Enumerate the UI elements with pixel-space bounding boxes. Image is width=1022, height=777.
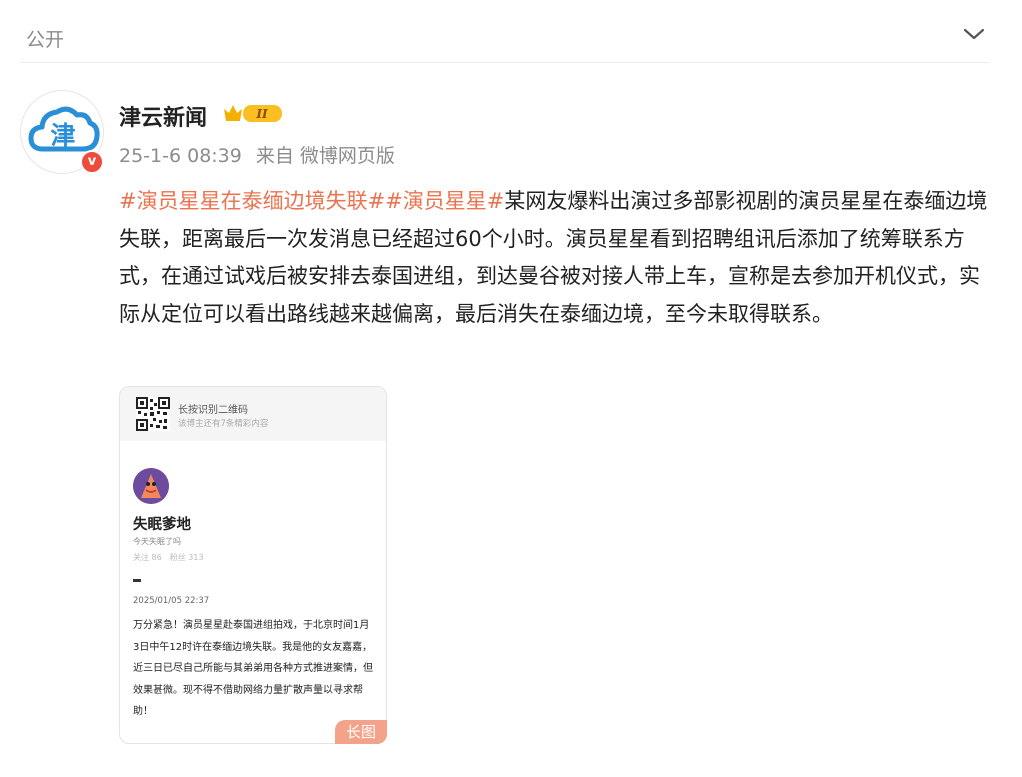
long-image-card[interactable]: 长按识别二维码 该博主还有7条精彩内容 失眠爹地 今天失眠了吗 关注 86 粉丝 … bbox=[119, 386, 387, 744]
mini-followers: 粉丝 313 bbox=[169, 553, 204, 562]
qr-code-icon bbox=[136, 397, 170, 431]
post-meta: 25-1-6 08:39 来自 微博网页版 bbox=[119, 141, 409, 168]
qr-title: 长按识别二维码 bbox=[178, 405, 248, 416]
vip-level: II bbox=[255, 107, 268, 121]
visibility-label: 公开 bbox=[26, 29, 65, 51]
visibility-bar[interactable]: 公开 bbox=[0, 0, 1022, 62]
author-name[interactable]: 津云新闻 bbox=[119, 100, 207, 132]
vip-crown-icon[interactable]: II bbox=[222, 101, 284, 125]
hashtag-link[interactable]: #演员星星在泰缅边境失联# bbox=[119, 189, 385, 213]
mini-user-stats: 关注 86 粉丝 313 bbox=[133, 552, 212, 563]
avatar-text: 津 bbox=[50, 121, 75, 150]
mini-following: 关注 86 bbox=[133, 553, 162, 562]
post-source: 来自 微博网页版 bbox=[255, 145, 395, 167]
long-image-tag: 长图 bbox=[335, 720, 387, 744]
post-time[interactable]: 25-1-6 08:39 bbox=[119, 145, 242, 167]
post-text: #演员星星在泰缅边境失联##演员星星#某网友爆料出演过多部影视剧的演员星星在泰缅… bbox=[119, 183, 994, 333]
mini-user-bio: 今天失眠了吗 bbox=[133, 537, 181, 546]
mini-dash bbox=[133, 579, 141, 582]
chevron-down-icon[interactable] bbox=[962, 26, 986, 42]
hashtag-link[interactable]: #演员星星# bbox=[385, 189, 504, 213]
qr-strip: 长按识别二维码 该博主还有7条精彩内容 bbox=[120, 387, 386, 441]
verified-badge: v bbox=[80, 150, 104, 174]
mini-body: 万分紧急！演员星星赴泰国进组拍戏，于北京时间1月3日中午12时许在泰缅边境失联。… bbox=[133, 620, 373, 717]
divider bbox=[20, 62, 990, 63]
mini-avatar bbox=[133, 468, 169, 504]
mini-date: 2025/01/05 22:37 bbox=[133, 596, 210, 606]
qr-subtitle: 该博主还有7条精彩内容 bbox=[178, 419, 269, 429]
mini-user-name: 失眠爹地 bbox=[133, 517, 191, 533]
